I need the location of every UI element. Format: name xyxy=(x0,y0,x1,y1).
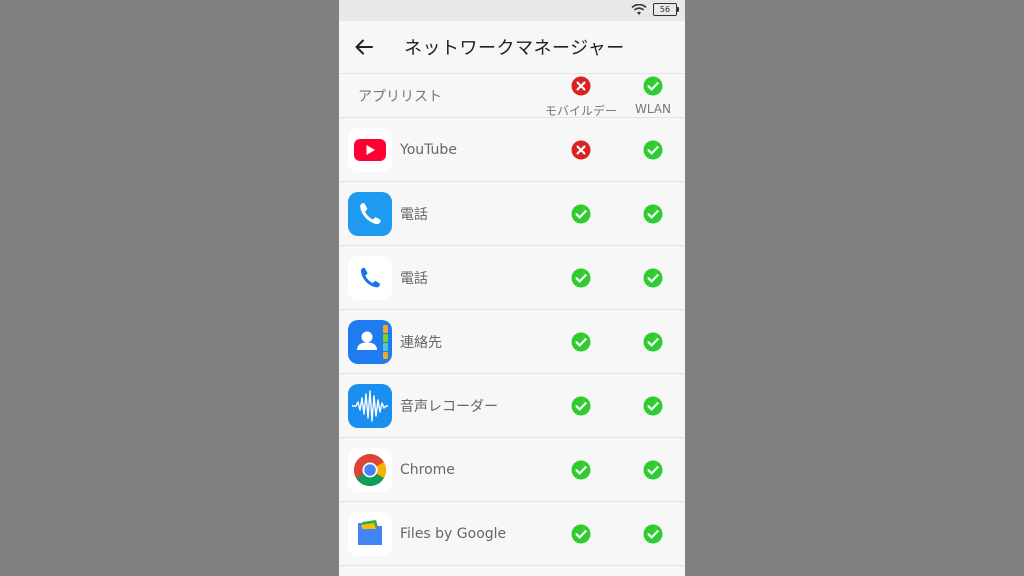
mobile-data-toggle[interactable] xyxy=(569,140,593,160)
check-circle-icon xyxy=(571,204,591,223)
check-circle-icon xyxy=(571,396,591,415)
mobile-data-toggle-all[interactable] xyxy=(571,76,591,100)
mobile-data-toggle[interactable] xyxy=(569,268,593,288)
wlan-toggle[interactable] xyxy=(641,524,665,544)
wlan-label: WLAN xyxy=(634,102,671,116)
app-row: 連絡先 xyxy=(339,310,685,374)
app-bar: ネットワークマネージャー xyxy=(339,21,685,74)
wlan-column-header[interactable]: WLAN xyxy=(623,76,683,116)
check-circle-icon xyxy=(571,332,591,351)
check-circle-icon xyxy=(643,268,663,287)
battery-indicator: 56 xyxy=(653,3,679,16)
app-row: 音声レコーダー xyxy=(339,374,685,438)
files-icon xyxy=(348,511,392,556)
app-name: 電話 xyxy=(400,206,428,223)
check-circle-icon xyxy=(643,524,663,543)
check-circle-icon xyxy=(643,140,663,159)
status-icons: 56 xyxy=(631,3,679,16)
app-list: YouTube 電話 電話 連絡先 音声レコーダー Chrome Files b… xyxy=(339,118,685,566)
arrow-back-icon xyxy=(355,39,373,55)
check-circle-icon xyxy=(643,396,663,415)
app-name: Chrome xyxy=(400,461,455,478)
check-circle-icon xyxy=(571,524,591,543)
back-button[interactable] xyxy=(339,21,389,73)
check-circle-icon xyxy=(643,460,663,479)
phone-screen: 56 ネットワークマネージャー アプリリスト モバイルデー WLAN YouTu… xyxy=(339,0,685,576)
check-circle-icon xyxy=(571,460,591,479)
app-row: Files by Google xyxy=(339,502,685,566)
app-name: 連絡先 xyxy=(400,334,442,351)
status-bar: 56 xyxy=(339,0,685,21)
check-circle-icon xyxy=(643,204,663,223)
youtube-icon xyxy=(348,127,392,172)
wlan-toggle[interactable] xyxy=(641,140,665,160)
list-header: アプリリスト モバイルデー WLAN xyxy=(339,74,685,118)
chrome-icon xyxy=(348,447,392,492)
mobile-data-toggle[interactable] xyxy=(569,396,593,416)
google-phone-icon xyxy=(348,255,392,300)
wlan-toggle[interactable] xyxy=(641,460,665,480)
mobile-data-label: モバイルデー xyxy=(544,104,617,118)
app-name: YouTube xyxy=(400,141,457,158)
app-name: 音声レコーダー xyxy=(400,398,498,415)
wlan-toggle[interactable] xyxy=(641,268,665,288)
mobile-data-toggle[interactable] xyxy=(569,204,593,224)
wifi-icon xyxy=(631,3,647,15)
page-title: ネットワークマネージャー xyxy=(404,38,625,59)
mobile-data-toggle[interactable] xyxy=(569,332,593,352)
voice-recorder-icon xyxy=(348,383,392,428)
mobile-data-toggle[interactable] xyxy=(569,524,593,544)
app-name: 電話 xyxy=(400,270,428,287)
cross-circle-icon xyxy=(571,76,591,96)
wlan-toggle[interactable] xyxy=(641,396,665,416)
wlan-toggle-all[interactable] xyxy=(643,76,663,100)
wlan-toggle[interactable] xyxy=(641,204,665,224)
app-row: YouTube xyxy=(339,118,685,182)
app-row: Chrome xyxy=(339,438,685,502)
mobile-data-column-header[interactable]: モバイルデー xyxy=(541,76,621,119)
applist-label: アプリリスト xyxy=(358,88,442,105)
cross-circle-icon xyxy=(571,140,591,159)
check-circle-icon xyxy=(643,332,663,351)
phone-icon xyxy=(348,191,392,236)
wlan-toggle[interactable] xyxy=(641,332,665,352)
app-row: 電話 xyxy=(339,182,685,246)
check-circle-icon xyxy=(571,268,591,287)
check-circle-icon xyxy=(643,76,663,96)
mobile-data-toggle[interactable] xyxy=(569,460,593,480)
app-name: Files by Google xyxy=(400,525,507,542)
app-row: 電話 xyxy=(339,246,685,310)
contacts-icon xyxy=(348,319,392,364)
